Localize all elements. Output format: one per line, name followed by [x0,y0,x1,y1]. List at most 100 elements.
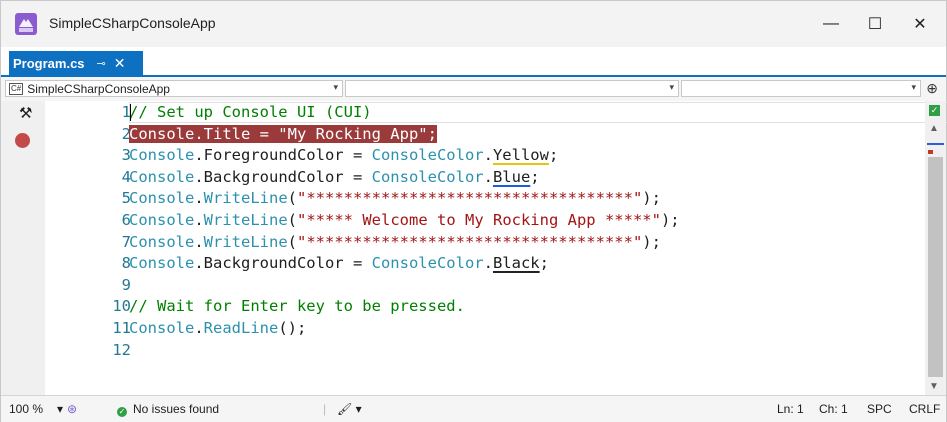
document-tab-strip: Program.cs ⊸ ✕ ▾ ⚙ [1,47,946,113]
code-line[interactable]: 2 Console.Title = "My Rocking App"; [45,124,925,145]
code-token: Black [492,254,540,273]
pin-icon[interactable]: ⊸ [97,57,106,70]
code-token: (); [278,319,307,337]
copilot-icon[interactable]: ⊛ [67,402,77,416]
scroll-down-arrow[interactable]: ▼ [929,381,939,392]
code-token: // Set up Console UI (CUI) [129,103,372,121]
member-dropdown[interactable]: ▾ [681,80,921,97]
code-token: WriteLine [203,189,288,208]
code-token: .BackgroundColor = [194,167,372,186]
code-token: ; [548,146,559,165]
type-dropdown[interactable]: ▾ [345,80,679,97]
code-token: WriteLine [203,232,288,251]
code-line[interactable]: 10// Wait for Enter key to be pressed. [45,296,925,317]
code-line[interactable]: 5 Console.WriteLine("********************… [45,188,925,209]
code-line[interactable]: 1// Set up Console UI (CUI) [45,102,947,123]
code-token: ); [642,232,661,251]
zoom-dropdown[interactable]: ▾ [57,402,63,416]
line-number: 5 [121,189,131,208]
vertical-scrollbar[interactable]: ✓ ▲ ▼ [925,101,946,395]
code-token: ( [287,189,298,208]
code-token: . [194,211,204,229]
code-text: Console.ForegroundColor = ConsoleColor.Y… [129,145,558,166]
breakpoint-icon[interactable] [15,133,30,148]
line-number: 7 [121,232,131,251]
title-bar: SimpleCSharpConsoleApp — ☐ ✕ [1,1,946,47]
code-text: Console.WriteLine("*********************… [129,232,661,253]
code-line[interactable]: 7 Console.WriteLine("********************… [45,232,925,253]
code-text: Console.BackgroundColor = ConsoleColor.B… [129,253,549,274]
code-token: ConsoleColor [371,146,484,165]
code-token: Blue [492,167,531,186]
code-token: Console [129,189,195,208]
maximize-button[interactable]: ☐ [853,9,897,39]
scroll-up-arrow[interactable]: ▲ [929,123,939,134]
code-token: .ForegroundColor = [194,146,372,165]
code-token: ReadLine [203,319,279,337]
code-line[interactable]: 3 Console.ForegroundColor = ConsoleColor.… [45,145,925,166]
code-token: . [194,232,204,251]
code-token: Console.Title = "My Rocking App"; [129,124,437,143]
code-token: Console [129,232,195,251]
brush-icon[interactable]: 🖌 ▾ [337,402,362,416]
scroll-thumb[interactable] [928,157,943,377]
code-text: Console.Title = "My Rocking App"; [129,124,437,145]
code-token: ConsoleColor [371,254,484,273]
window-title: SimpleCSharpConsoleApp [49,15,216,31]
spacing-indicator[interactable]: SPC [867,402,892,416]
code-token: . [194,189,204,208]
column-indicator[interactable]: Ch: 1 [819,402,848,416]
code-token: // Wait for Enter key to be pressed. [129,297,465,316]
code-line[interactable]: 8 Console.BackgroundColor = ConsoleColor.… [45,253,925,274]
code-line[interactable]: 4 Console.BackgroundColor = ConsoleColor.… [45,167,925,188]
hammer-icon: ⚒ [19,105,33,122]
text-cursor [130,104,131,121]
issues-indicator[interactable]: ✓ No issues found [117,402,219,417]
code-token: ); [642,189,661,208]
line-number: 10 [112,297,131,316]
code-token: ConsoleColor [371,167,484,186]
line-number: 4 [121,167,131,186]
line-number: 2 [121,124,131,143]
code-token: Console [129,254,195,273]
zoom-level[interactable]: 100 % [9,402,43,416]
code-token: "***********************************" [297,189,643,208]
project-name: SimpleCSharpConsoleApp [27,81,170,96]
check-icon: ✓ [929,105,940,116]
close-window-button[interactable]: ✕ [898,9,942,39]
code-token: . [483,254,493,273]
minimize-button[interactable]: — [809,9,853,39]
code-token: .BackgroundColor = [194,254,372,273]
code-token: ; [530,167,540,186]
status-divider: | [323,402,327,416]
line-indicator[interactable]: Ln: 1 [777,402,804,416]
line-number: 11 [112,319,131,337]
code-line[interactable]: 9 [45,275,925,296]
indicator-margin[interactable]: ⚒ [1,101,45,395]
code-token: "***********************************" [297,232,643,251]
tab-label: Program.cs [13,55,85,71]
code-token: Console [129,211,195,229]
code-token: . [194,319,204,337]
code-text: Console.WriteLine("***** Welcome to My R… [129,210,680,231]
line-ending-indicator[interactable]: CRLF [909,402,940,416]
project-dropdown[interactable]: C# SimpleCSharpConsoleApp ▾ [5,80,343,97]
navigation-bar: C# SimpleCSharpConsoleApp ▾ ▾ ▾ ⊕ [1,77,946,102]
close-icon[interactable]: ✕ [114,55,126,72]
check-icon: ✓ [117,407,127,417]
line-number: 3 [121,146,131,165]
code-token: Console [129,167,195,186]
caret-position-marker [927,143,944,145]
line-number: 9 [121,275,131,294]
code-token: ); [660,211,680,229]
line-number: 12 [112,340,131,359]
code-editor[interactable]: ⚒ 1// Set up Console UI (CUI) 2 Console.Ti… [1,101,947,395]
code-line[interactable]: 6 Console.WriteLine("***** Welcome to My … [45,210,925,231]
split-window-icon[interactable]: ⊕ [926,80,938,97]
code-line[interactable]: 12 [45,340,925,361]
code-line[interactable]: 11 Console.ReadLine(); [45,318,925,339]
status-bar: 100 % ▾ ⊛ ✓ No issues found | 🖌 ▾ Ln: 1 C… [1,395,946,422]
tab-program-cs[interactable]: Program.cs ⊸ ✕ [9,51,143,75]
app-window: SimpleCSharpConsoleApp — ☐ ✕ Program.cs … [0,0,947,422]
code-token: Console [129,319,195,337]
